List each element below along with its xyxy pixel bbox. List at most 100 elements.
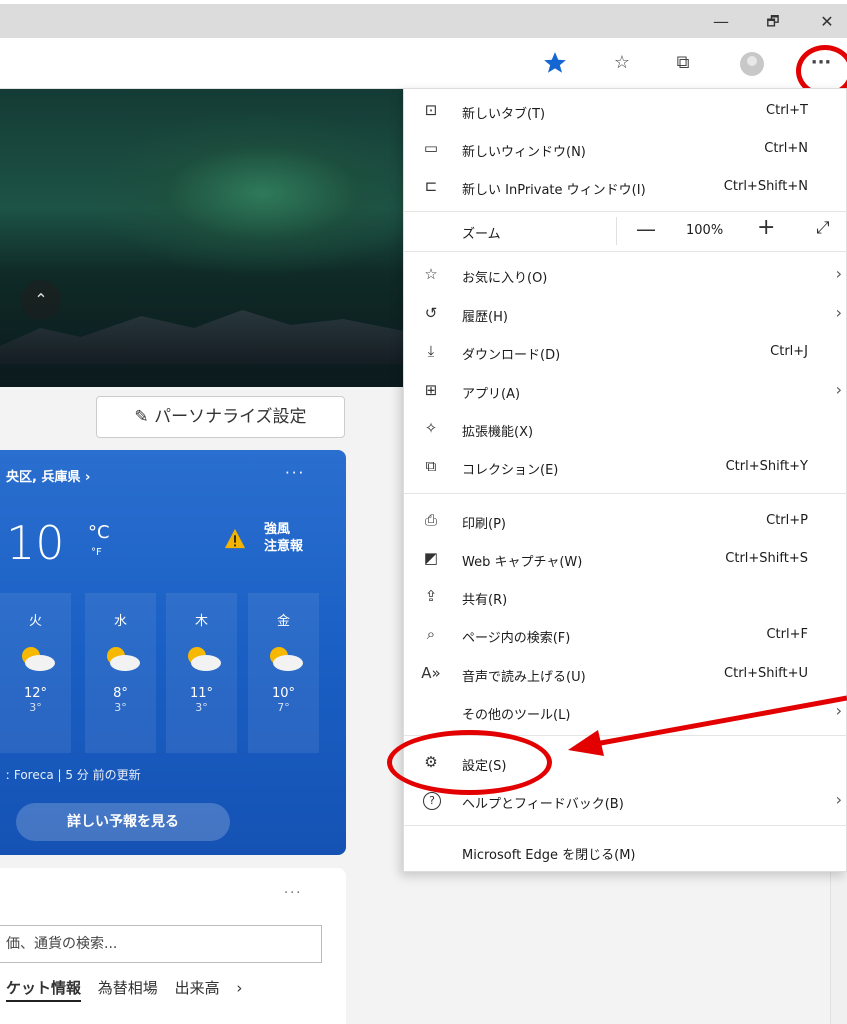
favorite-star-icon[interactable] [540, 50, 570, 76]
menu-label: 新しい InPrivate ウィンドウ(I) [462, 183, 646, 198]
annotation-arrow-icon [568, 695, 847, 756]
menu-item-read-aloud[interactable]: A» 音声で読み上げる(U) Ctrl+Shift+U [404, 656, 847, 692]
zoom-in-button[interactable]: + [757, 215, 775, 240]
partly-cloudy-icon [269, 647, 303, 671]
chevron-right-icon: › [835, 790, 842, 809]
menu-item-find[interactable]: ⌕ ページ内の検索(F) Ctrl+F [404, 617, 847, 653]
market-search-input[interactable]: 価、通貨の検索... [0, 925, 322, 963]
menu-label: ページ内の検索(F) [462, 631, 571, 646]
chevron-right-icon: › [835, 303, 842, 322]
forecast-day[interactable]: 火 12° 3° [0, 593, 71, 753]
collections-icon[interactable]: ⧉ [668, 50, 698, 76]
unit-celsius[interactable]: °C [88, 522, 110, 543]
zoom-level: 100% [686, 223, 724, 238]
extensions-icon: ✧ [424, 419, 438, 437]
menu-label: 拡張機能(X) [462, 425, 534, 440]
download-icon: ⤓ [427, 342, 435, 360]
menu-label: 履歴(H) [462, 310, 508, 325]
day-low: 3° [29, 701, 42, 714]
menu-label: ズーム [462, 227, 501, 242]
menu-item-new-window[interactable]: ▭ 新しいウィンドウ(N) Ctrl+N [404, 131, 847, 167]
tab-market-info[interactable]: ケット情報 [6, 979, 82, 1002]
favorites-icon: ☆ [424, 265, 438, 283]
zoom-out-button[interactable]: — [636, 217, 656, 241]
partly-cloudy-icon [187, 647, 221, 671]
menu-label: 印刷(P) [462, 517, 506, 532]
menu-shortcut: Ctrl+Shift+N [723, 179, 808, 194]
menu-item-web-capture[interactable]: ◩ Web キャプチャ(W) Ctrl+Shift+S [404, 541, 847, 577]
menu-label: ダウンロード(D) [462, 348, 561, 363]
menu-shortcut: Ctrl+Shift+U [724, 666, 808, 681]
menu-divider [404, 251, 847, 252]
inprivate-icon: ⊏ [424, 177, 438, 195]
share-icon: ⇪ [424, 587, 438, 605]
fullscreen-icon[interactable]: ⤢ [816, 218, 830, 238]
address-bar[interactable] [0, 46, 580, 80]
forecast-day[interactable]: 水 8° 3° [85, 593, 156, 753]
browser-toolbar: ☆ ⧉ ··· [0, 38, 847, 89]
weather-location[interactable]: 央区, 兵庫県 › [6, 466, 90, 485]
menu-item-print[interactable]: ⎙ 印刷(P) Ctrl+P [404, 503, 847, 539]
close-button[interactable]: ✕ [812, 10, 842, 34]
weather-card: 央区, 兵庫県 › ··· 10 °C °F 強風 注意報 火 12° 3° 水… [0, 450, 346, 855]
menu-shortcut: Ctrl+Shift+Y [725, 459, 808, 474]
partly-cloudy-icon [21, 647, 55, 671]
minimize-button[interactable]: — [706, 10, 736, 34]
menu-item-share[interactable]: ⇪ 共有(R) [404, 579, 847, 615]
menu-item-apps[interactable]: ⊞ アプリ(A) › [404, 373, 847, 409]
day-high: 12° [23, 686, 48, 701]
tabs-next-button[interactable]: › [236, 979, 242, 997]
web-capture-icon: ◩ [423, 549, 439, 567]
mountain-silhouette [0, 310, 404, 364]
chevron-right-icon: › [835, 264, 842, 283]
collapse-button[interactable]: ⌃ [21, 280, 61, 320]
day-name: 水 [113, 614, 127, 629]
favorites-list-icon[interactable]: ☆ [607, 50, 637, 76]
forecast-day[interactable]: 金 10° 7° [248, 593, 319, 753]
menu-item-close-edge[interactable]: Microsoft Edge を閉じる(M) [404, 834, 847, 870]
warning-icon [224, 528, 246, 549]
warning-line-1: 強風 [264, 522, 291, 537]
tab-exchange[interactable]: 為替相場 [98, 979, 158, 997]
weather-more-button[interactable]: ··· [285, 464, 305, 482]
menu-divider [404, 493, 847, 494]
detailed-forecast-button[interactable]: 詳しい予報を見る [16, 803, 230, 841]
menu-label: 新しいウィンドウ(N) [462, 145, 586, 160]
find-icon: ⌕ [426, 625, 436, 643]
menu-item-history[interactable]: ↺ 履歴(H) › [404, 296, 847, 332]
day-name: 木 [194, 614, 208, 629]
day-low: 3° [195, 701, 208, 714]
weather-warning[interactable]: 強風 注意報 [264, 521, 303, 555]
menu-label: その他のツール(L) [462, 708, 571, 723]
menu-item-zoom: ズーム — 100% + ⤢ [404, 213, 847, 249]
maximize-button[interactable]: 🗗 [758, 10, 788, 34]
new-tab-icon: ⊡ [424, 101, 438, 119]
menu-item-inprivate[interactable]: ⊏ 新しい InPrivate ウィンドウ(I) Ctrl+Shift+N [404, 169, 847, 205]
personalize-button[interactable]: ✎ パーソナライズ設定 [96, 396, 345, 438]
unit-fahrenheit[interactable]: °F [91, 547, 102, 558]
weather-temperature: 10 [6, 516, 65, 570]
tab-volume[interactable]: 出来高 [175, 979, 220, 997]
print-icon: ⎙ [424, 511, 437, 529]
day-low: 7° [277, 701, 290, 714]
menu-item-new-tab[interactable]: ⊡ 新しいタブ(T) Ctrl+T [404, 93, 847, 129]
menu-item-extensions[interactable]: ✧ 拡張機能(X) [404, 411, 847, 447]
title-bar: — 🗗 ✕ [0, 0, 847, 38]
menu-item-downloads[interactable]: ⤓ ダウンロード(D) Ctrl+J [404, 334, 847, 370]
menu-shortcut: Ctrl+T [766, 103, 808, 118]
menu-item-favorites[interactable]: ☆ お気に入り(O) › [404, 257, 847, 293]
new-window-icon: ▭ [423, 139, 439, 157]
menu-shortcut: Ctrl+J [770, 344, 808, 359]
day-name: 火 [28, 614, 42, 629]
menu-divider [404, 211, 847, 212]
forecast-day[interactable]: 木 11° 3° [166, 593, 237, 753]
background-image: ⌃ [0, 89, 404, 387]
profile-avatar[interactable] [740, 52, 764, 76]
day-name: 金 [276, 614, 290, 629]
market-more-button[interactable]: ··· [284, 886, 302, 901]
menu-label: お気に入り(O) [462, 271, 548, 286]
menu-shortcut: Ctrl+N [764, 141, 808, 156]
partly-cloudy-icon [106, 647, 140, 671]
menu-item-collections[interactable]: ⧉ コレクション(E) Ctrl+Shift+Y [404, 449, 847, 485]
menu-shortcut: Ctrl+F [766, 627, 808, 642]
